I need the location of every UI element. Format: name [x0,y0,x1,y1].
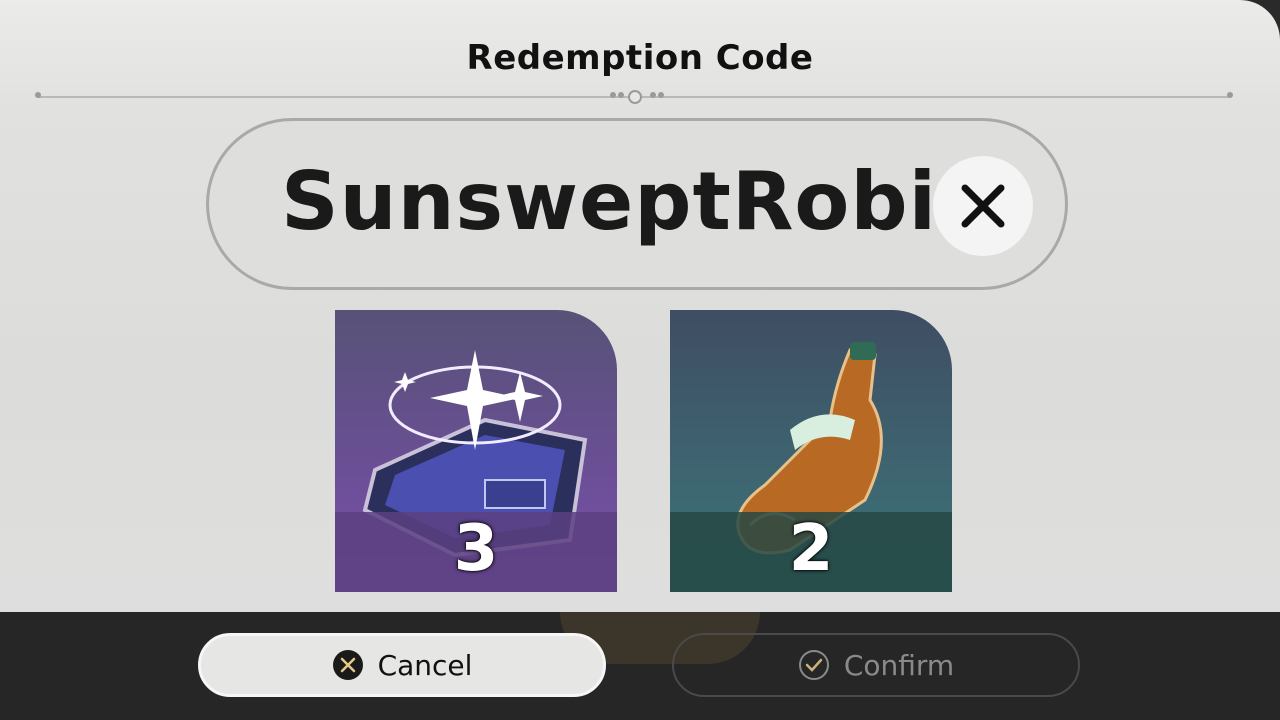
cancel-icon [332,649,364,681]
reward-item-book[interactable]: 3 [335,310,617,592]
title-divider [35,90,1233,104]
clear-button[interactable] [933,156,1033,256]
reward-count: 2 [788,512,834,586]
redemption-dialog: Redemption Code SunsweptRobin 3 2 [0,0,1280,612]
reward-item-bottle[interactable]: 2 [670,310,952,592]
close-icon [961,184,1005,228]
code-input[interactable]: SunsweptRobin [206,118,1068,290]
reward-count: 3 [453,512,499,586]
code-input-value: SunsweptRobin [281,155,996,248]
check-icon [798,649,830,681]
dialog-title: Redemption Code [466,38,814,78]
confirm-button[interactable]: Confirm [672,633,1080,697]
cancel-button[interactable]: Cancel [198,633,606,697]
cancel-label: Cancel [377,648,473,682]
confirm-label: Confirm [843,648,955,682]
action-bar: Cancel Confirm [0,612,1280,720]
